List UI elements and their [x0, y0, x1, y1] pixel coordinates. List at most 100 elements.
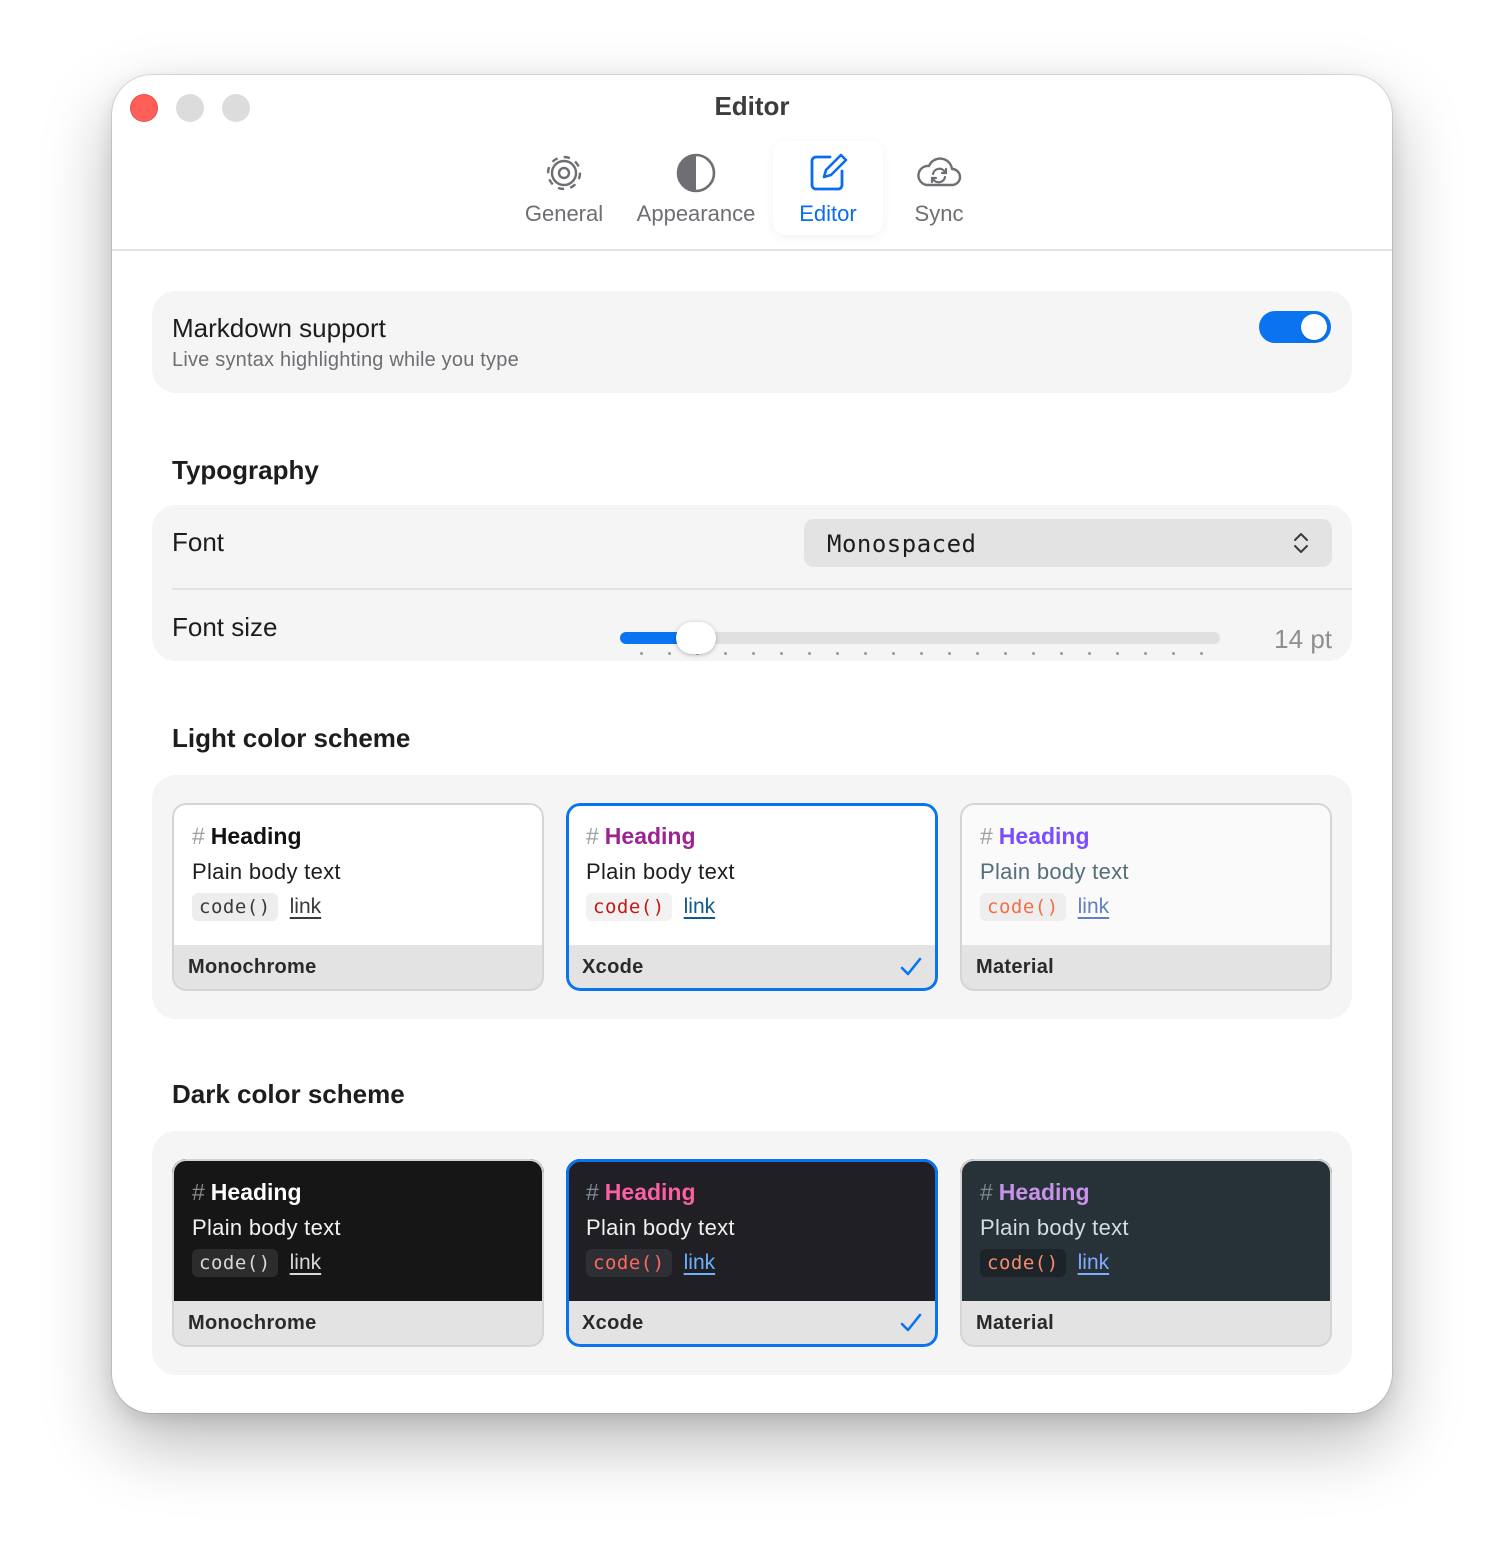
preview-code-line: code() link	[586, 1249, 715, 1277]
tab-sync[interactable]: Sync	[896, 141, 982, 235]
tab-appearance-label: Appearance	[636, 201, 756, 226]
preview-heading: # Heading	[192, 1179, 302, 1205]
preview-body: Plain body text	[980, 859, 1129, 884]
scheme-footer: Material	[960, 1301, 1332, 1347]
font-select-value: Monospaced	[827, 530, 977, 558]
scheme-footer: Monochrome	[172, 945, 544, 991]
font-label: Font	[172, 527, 225, 557]
slider-thumb[interactable]	[676, 622, 716, 654]
slider-tick	[864, 652, 867, 655]
slider-tick	[892, 652, 895, 655]
markdown-title: Markdown support	[172, 313, 386, 343]
contrast-icon	[676, 153, 716, 193]
slider-tick	[1172, 652, 1175, 655]
slider-tick	[1116, 652, 1119, 655]
window-title: Editor	[714, 91, 790, 121]
scheme-preview: # Heading Plain body text code() link	[566, 1159, 938, 1301]
tab-editor-label: Editor	[799, 201, 857, 226]
preview-code-line: code() link	[586, 893, 715, 921]
font-size-label: Font size	[172, 612, 278, 642]
scheme-preview: # Heading Plain body text code() link	[960, 803, 1332, 945]
scheme-preview: # Heading Plain body text code() link	[172, 1159, 544, 1301]
preview-code-line: code() link	[980, 893, 1109, 921]
slider-tick	[724, 652, 727, 655]
preview-body: Plain body text	[980, 1215, 1129, 1240]
preview-body: Plain body text	[586, 859, 735, 884]
tab-appearance[interactable]: Appearance	[626, 141, 766, 235]
tab-sync-label: Sync	[914, 201, 964, 226]
light-scheme-monochrome[interactable]: # Heading Plain body text code() link Mono…	[172, 803, 544, 991]
slider-tick	[1032, 652, 1035, 655]
preview-body: Plain body text	[586, 1215, 735, 1240]
slider-tick	[976, 652, 979, 655]
markdown-subtitle: Live syntax highlighting while you type	[172, 349, 519, 371]
markdown-card: Markdown support Live syntax highlightin…	[152, 291, 1352, 393]
scheme-name: Monochrome	[188, 956, 317, 978]
dark-scheme-xcode[interactable]: # Heading Plain body text code() link Xcod…	[566, 1159, 938, 1347]
preview-heading: # Heading	[980, 1179, 1090, 1205]
slider-tick	[1088, 652, 1091, 655]
font-size-value: 14 pt	[1274, 624, 1332, 654]
slider-tick	[752, 652, 755, 655]
slider-tick	[640, 652, 643, 655]
light-scheme-xcode[interactable]: # Heading Plain body text code() link Xcod…	[566, 803, 938, 991]
light-scheme-heading: Light color scheme	[172, 723, 411, 753]
scheme-footer: Xcode	[566, 1301, 938, 1347]
light-scheme-card: # Heading Plain body text code() link Mono…	[152, 775, 1352, 1019]
dark-scheme-card: # Heading Plain body text code() link Mono…	[152, 1131, 1352, 1375]
toggle-knob	[1301, 314, 1327, 340]
preview-code-line: code() link	[980, 1249, 1109, 1277]
preview-body: Plain body text	[192, 1215, 341, 1240]
preview-heading: # Heading	[192, 823, 302, 849]
slider-tick	[836, 652, 839, 655]
dark-scheme-heading: Dark color scheme	[172, 1079, 405, 1109]
typography-card: Font Monospaced Font size 14 pt	[152, 505, 1352, 661]
cloud-sync-icon	[917, 157, 962, 187]
slider-tick	[1144, 652, 1147, 655]
tab-general-label: General	[524, 201, 604, 226]
scheme-name: Xcode	[582, 1312, 644, 1334]
checkmark-icon	[900, 957, 922, 976]
slider-tick	[780, 652, 783, 655]
scheme-name: Xcode	[582, 956, 644, 978]
row-divider	[172, 588, 1352, 590]
preview-heading: # Heading	[586, 823, 696, 849]
font-select[interactable]: Monospaced	[804, 519, 1332, 567]
scheme-footer: Monochrome	[172, 1301, 544, 1347]
scheme-preview: # Heading Plain body text code() link	[172, 803, 544, 945]
preview-heading: # Heading	[980, 823, 1090, 849]
preview-body: Plain body text	[192, 859, 341, 884]
updown-chevron-icon	[1294, 533, 1308, 553]
checkmark-icon	[900, 1313, 922, 1332]
slider-tick	[808, 652, 811, 655]
slider-tick	[668, 652, 671, 655]
scheme-footer: Xcode	[566, 945, 938, 991]
slider-tick	[920, 652, 923, 655]
title-bar: Editor General Appearance Editor Sync	[112, 75, 1392, 251]
preview-code-line: code() link	[192, 1249, 321, 1277]
dark-scheme-material[interactable]: # Heading Plain body text code() link Mate…	[960, 1159, 1332, 1347]
slider-tick	[948, 652, 951, 655]
markdown-toggle[interactable]	[1259, 311, 1331, 343]
scheme-preview: # Heading Plain body text code() link	[566, 803, 938, 945]
slider-tick	[1004, 652, 1007, 655]
scheme-footer: Material	[960, 945, 1332, 991]
typography-heading: Typography	[172, 455, 319, 485]
preview-code-line: code() link	[192, 893, 321, 921]
scheme-name: Material	[976, 1312, 1054, 1334]
preferences-window: Editor General Appearance Editor Sync Ma…	[112, 75, 1392, 1413]
font-size-slider[interactable]	[620, 618, 1220, 658]
slider-tick	[1060, 652, 1063, 655]
dark-scheme-monochrome[interactable]: # Heading Plain body text code() link Mono…	[172, 1159, 544, 1347]
gear-icon	[546, 155, 582, 191]
edit-icon	[810, 153, 848, 191]
preview-heading: # Heading	[586, 1179, 696, 1205]
slider-ticks	[640, 652, 1203, 658]
scheme-name: Monochrome	[188, 1312, 317, 1334]
tab-editor[interactable]: Editor	[773, 141, 883, 235]
light-scheme-material[interactable]: # Heading Plain body text code() link Mate…	[960, 803, 1332, 991]
scheme-preview: # Heading Plain body text code() link	[960, 1159, 1332, 1301]
tab-general[interactable]: General	[512, 141, 616, 235]
slider-tick	[1200, 652, 1203, 655]
scheme-name: Material	[976, 956, 1054, 978]
